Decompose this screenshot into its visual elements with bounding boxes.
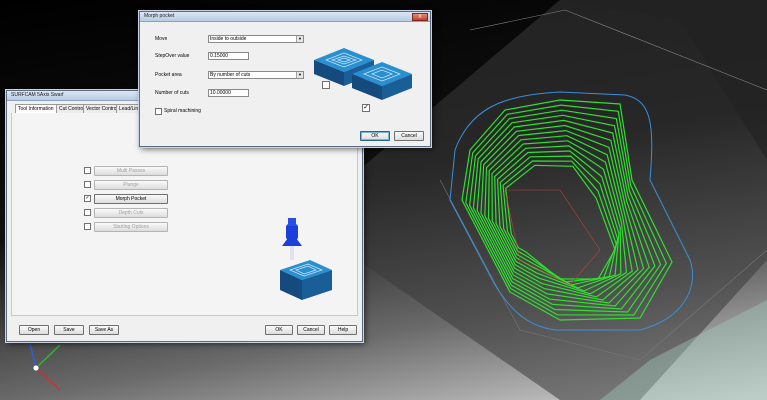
num-cuts-label: Number of cuts [155,90,189,96]
stepover-label: StepOver value [155,53,190,59]
move-select[interactable]: Inside to outside ▼ [208,35,304,43]
morph-pocket-button[interactable]: Morph Pocket [94,194,168,204]
chevron-down-icon: ▼ [296,72,303,78]
morph-pocket-checkbox[interactable]: ✓ [84,195,91,202]
save-button[interactable]: Save [54,325,84,335]
open-button[interactable]: Open [19,325,49,335]
save-as-button[interactable]: Save As [89,325,119,335]
plunge-button[interactable]: Plunge [94,180,168,190]
cancel-button[interactable]: Cancel [297,325,325,335]
preview-option-b-checkbox[interactable]: ✓ [362,104,370,112]
depth-cuts-checkbox[interactable] [84,209,91,216]
pocket-area-select-value: By number of cuts [210,72,251,78]
starting-options-checkbox[interactable] [84,223,91,230]
tab-tool-information[interactable]: Tool Information [15,104,57,113]
axis-triad [29,343,61,391]
morph-ok-button[interactable]: OK [360,131,390,141]
wizard-title: SURFCAM 5Axis Swarf [11,92,64,98]
multi-passes-checkbox[interactable] [84,167,91,174]
starting-options-button[interactable]: Starting Options [94,222,168,232]
multi-passes-button[interactable]: Multi Passes [94,166,168,176]
move-label: Move [155,36,168,42]
pocket-area-select[interactable]: By number of cuts ▼ [208,71,304,79]
close-icon[interactable]: X [412,13,428,21]
move-select-value: Inside to outside [210,36,247,42]
morph-dialog-titlebar[interactable]: Morph pocket X [140,12,430,22]
stepover-field[interactable]: 0.15000 [208,52,249,60]
morph-dialog-title: Morph pocket [144,13,175,19]
pocket-area-label: Pocket area [155,72,182,78]
chevron-down-icon: ▼ [296,36,303,42]
morph-pocket-dialog: Morph pocket X Move Inside to outside ▼ … [139,11,431,147]
morph-pocket-tool-illustration [280,218,332,300]
num-cuts-field[interactable]: 10.00000 [208,89,249,97]
plunge-checkbox[interactable] [84,181,91,188]
spiral-machining-checkbox[interactable] [155,108,162,115]
help-button[interactable]: Help [329,325,357,335]
spiral-machining-label: Spiral machining [164,108,201,114]
depth-cuts-button[interactable]: Depth Cuts [94,208,168,218]
morph-cancel-button[interactable]: Cancel [394,131,424,141]
preview-option-a-checkbox[interactable] [322,81,330,89]
ok-button[interactable]: OK [265,325,293,335]
